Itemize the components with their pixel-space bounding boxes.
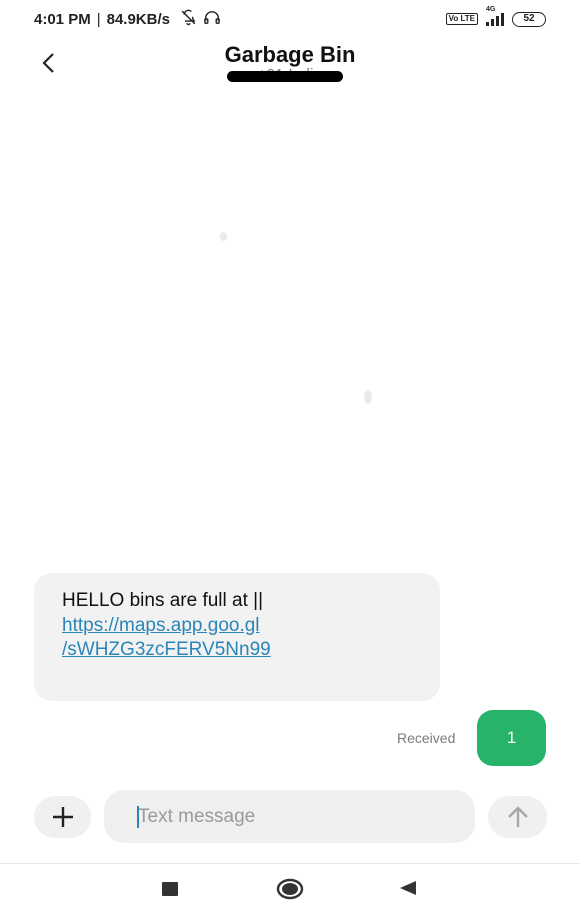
network-speed: 84.9KB/s — [106, 10, 170, 28]
background-speck — [364, 390, 372, 404]
triangle-back-icon[interactable] — [399, 880, 417, 901]
network-type: 4G — [486, 6, 496, 13]
message-link-part2: /sWHZG3zcFERV5Nn99 — [62, 639, 271, 660]
message-text: HELLO bins are full at || — [62, 590, 264, 611]
volte-icon: Vo LTE — [445, 13, 478, 25]
contact-name: Garbage Bin — [224, 42, 356, 67]
status-separator: | — [96, 10, 101, 28]
arrow-up-icon — [507, 806, 528, 827]
sim-badge[interactable]: 1 — [477, 710, 546, 766]
attach-button[interactable] — [34, 796, 91, 838]
status-right: Vo LTE 4G 52 — [445, 6, 546, 27]
incoming-message-bubble[interactable]: HELLO bins are full at || https://maps.a… — [34, 573, 440, 701]
message-input[interactable] — [104, 790, 475, 843]
navigation-bar — [0, 864, 580, 914]
message-link-part1: https://maps.app.goo.gl — [62, 614, 260, 636]
status-left: 4:01 PM | 84.9KB/s — [34, 9, 221, 30]
send-button[interactable] — [488, 796, 547, 838]
signal-icon: 4G — [486, 6, 504, 26]
plus-icon — [52, 807, 73, 827]
received-label: Received — [397, 730, 456, 746]
text-cursor — [137, 806, 139, 828]
screen: 4:01 PM | 84.9KB/s Vo LTE 4G 52 Garbage … — [0, 0, 580, 914]
conversation-header: Garbage Bin +91 India — [0, 40, 580, 90]
message-link[interactable]: https://maps.app.goo.gl /sWHZG3zcFERV5Nn… — [62, 614, 412, 663]
background-speck — [220, 232, 227, 241]
message-input-container — [104, 790, 475, 843]
square-recents-icon[interactable] — [162, 882, 178, 896]
status-bar: 4:01 PM | 84.9KB/s Vo LTE 4G 52 — [0, 0, 580, 38]
circle-home-icon[interactable] — [276, 878, 304, 905]
redaction-mark — [227, 71, 343, 82]
bell-off-icon — [180, 9, 197, 30]
battery-icon: 52 — [512, 11, 546, 27]
status-time: 4:01 PM — [34, 10, 91, 28]
headphones-icon — [203, 9, 221, 30]
